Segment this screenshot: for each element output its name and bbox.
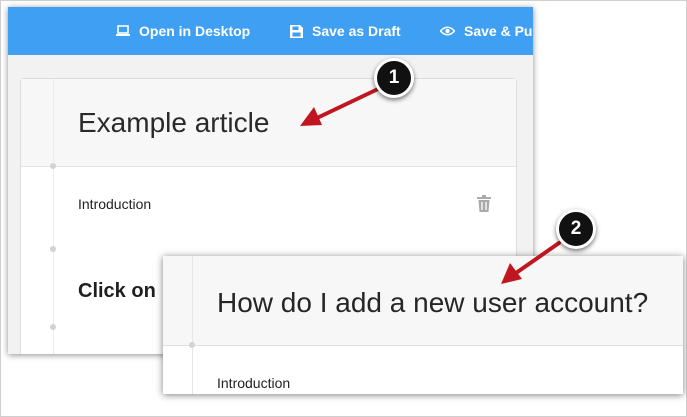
annotation-arrows [300,87,561,284]
callout-number: 2 [570,218,582,239]
callout-number: 1 [388,67,400,88]
arrow-1 [300,87,380,126]
arrow-2 [501,241,561,284]
callout-marker-2: 2 [556,209,596,249]
callout-marker-1: 1 [374,58,414,98]
